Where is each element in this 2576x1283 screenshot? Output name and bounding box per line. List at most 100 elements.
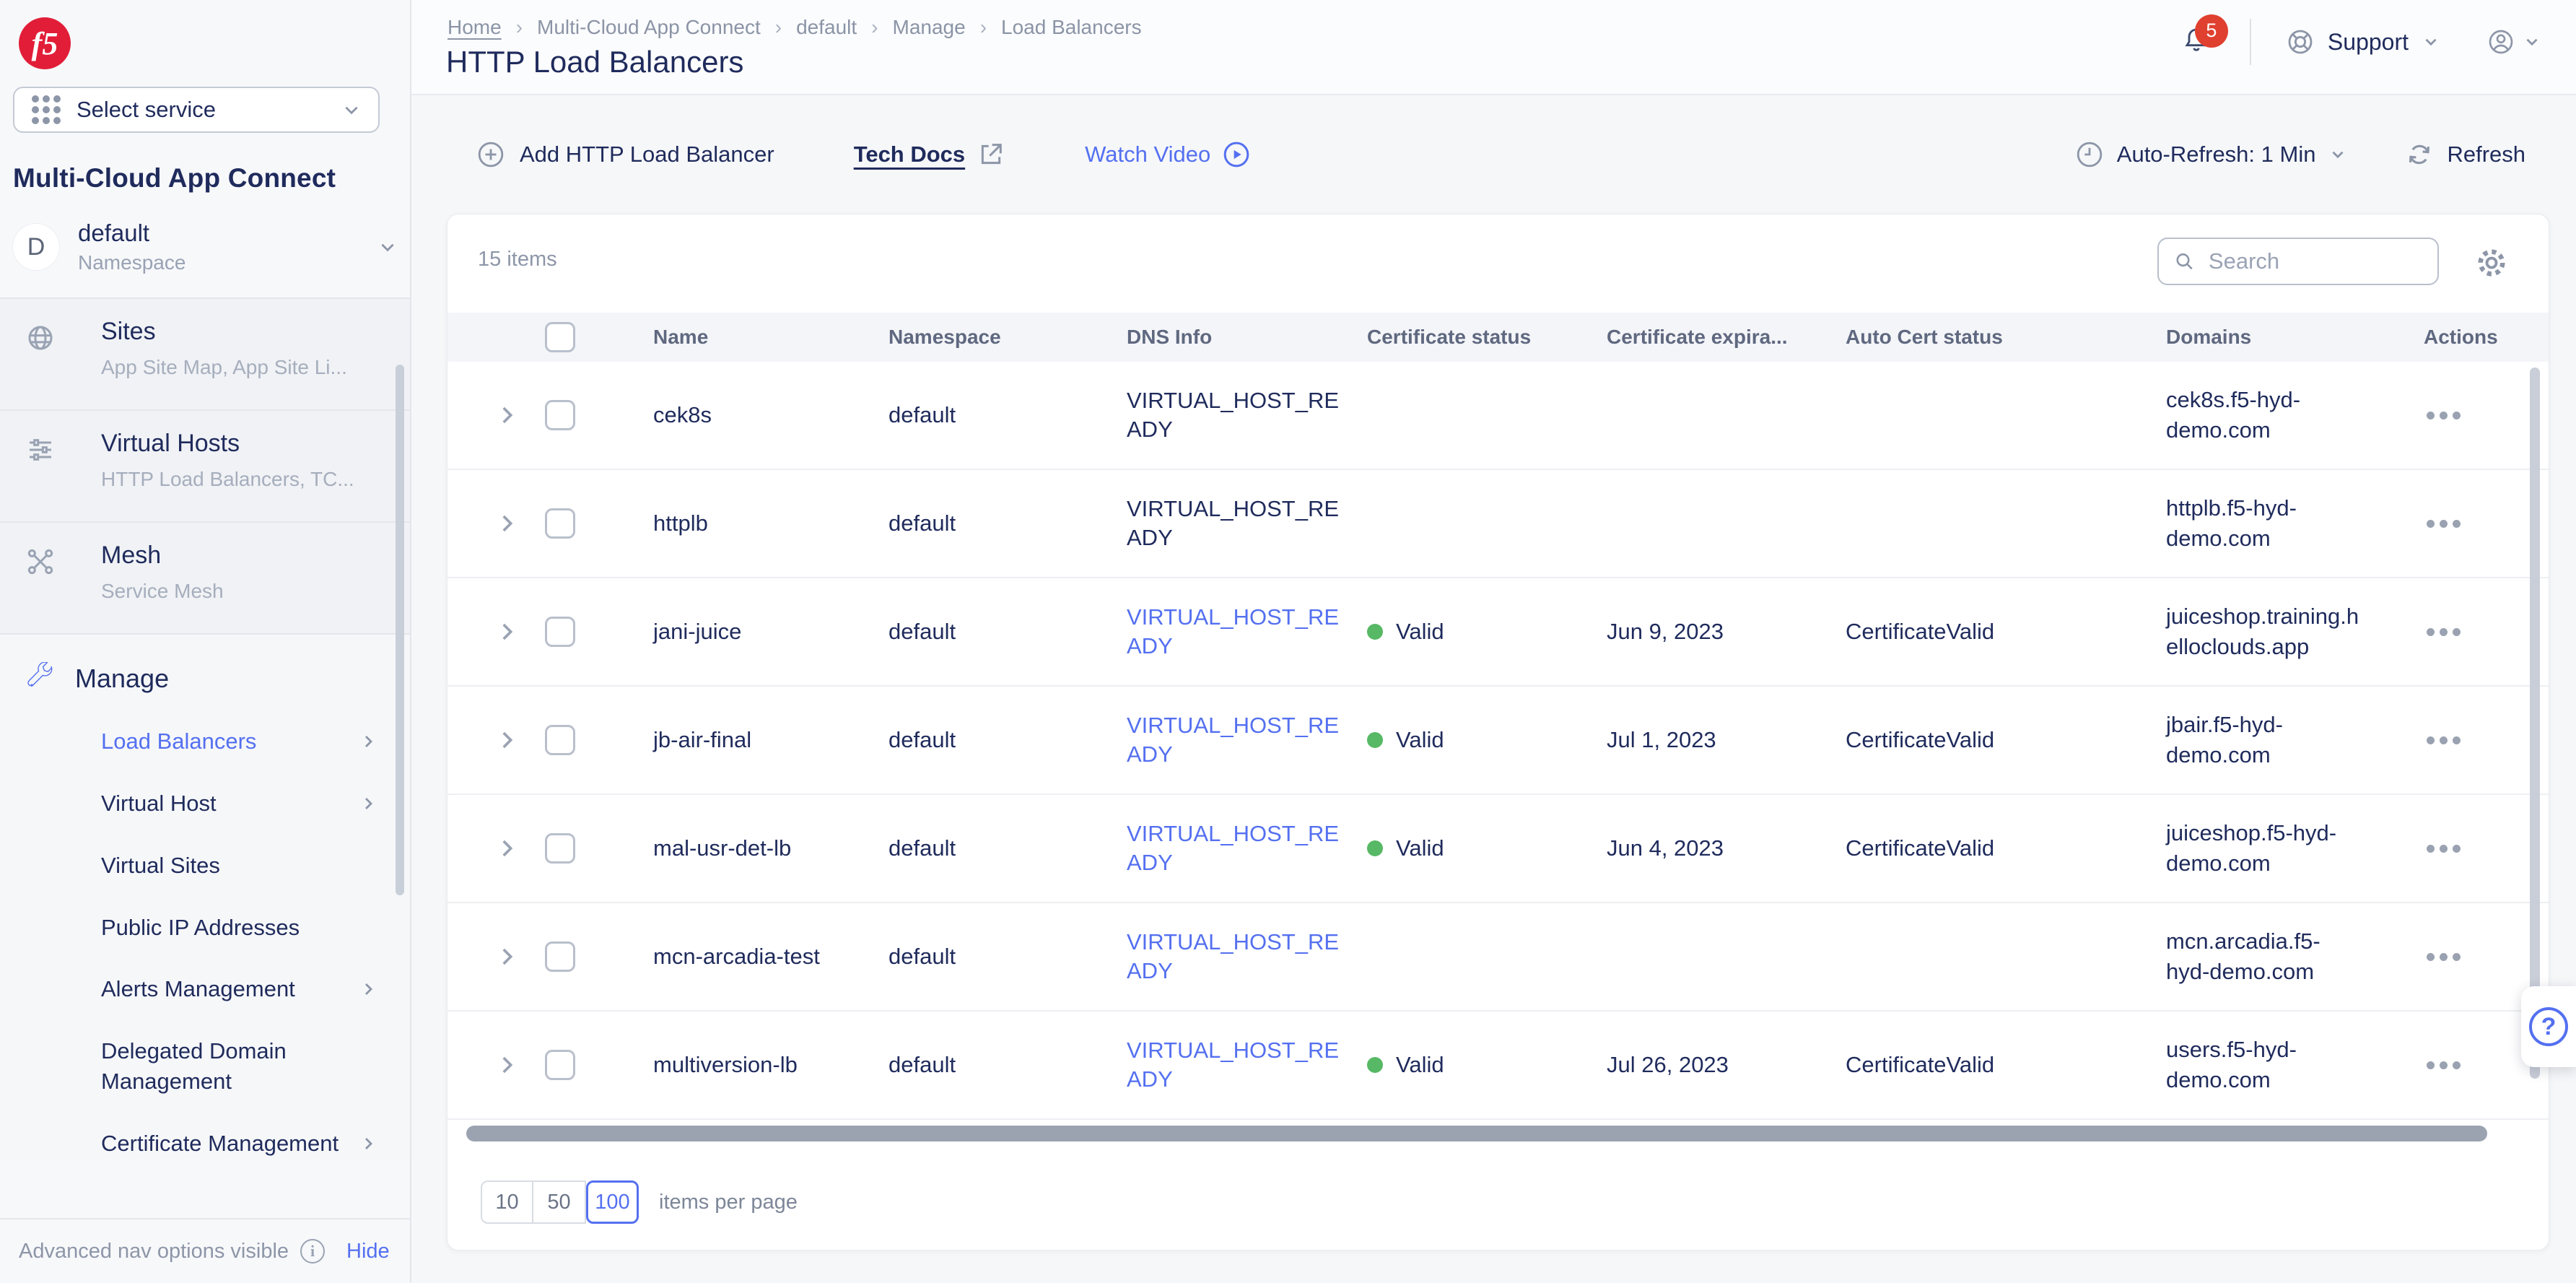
- lb-namespace: default: [888, 402, 956, 427]
- f5-logo: f5: [19, 17, 71, 69]
- dns-info-link[interactable]: VIRTUAL_HOST_READY: [1127, 711, 1343, 770]
- help-button[interactable]: [2521, 986, 2576, 1067]
- actions-menu-button[interactable]: [2424, 729, 2520, 752]
- sidebar-item-certificate-management[interactable]: Certificate Management: [26, 1128, 410, 1159]
- breadcrumb-item[interactable]: Multi-Cloud App Connect: [537, 16, 761, 39]
- table-row: multiversion-lb default VIRTUAL_HOST_REA…: [447, 1012, 2549, 1120]
- sidebar-item-virtual-hosts[interactable]: Virtual Hosts HTTP Load Balancers, TC...: [0, 411, 410, 523]
- row-checkbox[interactable]: [545, 941, 575, 972]
- column-header-namespace[interactable]: Namespace: [888, 326, 1127, 349]
- breadcrumb-item[interactable]: Manage: [893, 16, 966, 39]
- row-expander-icon[interactable]: [494, 1053, 519, 1077]
- row-expander-icon[interactable]: [494, 511, 519, 536]
- status-dot: [1367, 1057, 1383, 1073]
- dns-info-link[interactable]: VIRTUAL_HOST_READY: [1127, 928, 1343, 986]
- dns-info-link[interactable]: VIRTUAL_HOST_READY: [1127, 603, 1343, 661]
- chevron-down-icon: [2526, 38, 2538, 46]
- column-header-auto-cert-status[interactable]: Auto Cert status: [1846, 326, 2166, 349]
- column-header-certificate-status[interactable]: Certificate status: [1367, 326, 1607, 349]
- select-all-checkbox[interactable]: [545, 322, 575, 352]
- refresh-button[interactable]: Refresh: [2405, 140, 2525, 169]
- lb-namespace: default: [888, 727, 956, 752]
- auto-cert-status: CertificateValid: [1846, 1052, 1995, 1077]
- table-vertical-scrollbar[interactable]: [2530, 367, 2540, 1079]
- table-horizontal-scrollbar[interactable]: [466, 1126, 2487, 1141]
- page-size-50-button[interactable]: 50: [533, 1180, 586, 1224]
- column-header-certificate-expiration[interactable]: Certificate expira...: [1607, 326, 1846, 349]
- mesh-icon: [26, 547, 55, 580]
- row-checkbox[interactable]: [545, 725, 575, 755]
- column-header-domains[interactable]: Domains: [2166, 326, 2424, 349]
- plus-circle-icon: [478, 142, 504, 168]
- sidebar-item-alerts-management[interactable]: Alerts Management: [26, 974, 410, 1004]
- search-input[interactable]: [2208, 248, 2423, 274]
- sidebar-item-sites[interactable]: Sites App Site Map, App Site Li...: [0, 299, 410, 411]
- namespace-selector[interactable]: D default Namespace: [13, 219, 397, 297]
- sidebar-item-title: Virtual Hosts: [101, 430, 240, 457]
- actions-menu-button[interactable]: [2424, 1054, 2520, 1077]
- hide-link[interactable]: Hide: [346, 1240, 390, 1264]
- actions-menu-button[interactable]: [2424, 404, 2520, 427]
- actions-menu-button[interactable]: [2424, 838, 2520, 860]
- column-header-name[interactable]: Name: [653, 326, 888, 349]
- table-body: cek8s default VIRTUAL_HOST_READY cek8s.f…: [447, 362, 2549, 1120]
- sidebar-scrollbar[interactable]: [396, 365, 404, 895]
- items-per-page-label: items per page: [659, 1190, 798, 1214]
- lb-name: httplb: [653, 510, 708, 536]
- row-expander-icon[interactable]: [494, 403, 519, 427]
- row-checkbox[interactable]: [545, 1050, 575, 1080]
- domains: users.f5-hyd-demo.com: [2166, 1037, 2297, 1092]
- page-size-100-button[interactable]: 100: [586, 1180, 639, 1224]
- sidebar-item-mesh[interactable]: Mesh Service Mesh: [0, 523, 410, 635]
- actions-menu-button[interactable]: [2424, 621, 2520, 643]
- domains: jbair.f5-hyd-demo.com: [2166, 712, 2283, 767]
- status-dot: [1367, 732, 1383, 748]
- row-checkbox[interactable]: [545, 400, 575, 430]
- sidebar-item-virtual-host[interactable]: Virtual Host: [26, 788, 410, 819]
- sidebar-item-label: Certificate Management: [101, 1130, 339, 1156]
- sidebar-item-public-ip-addresses[interactable]: Public IP Addresses: [26, 913, 410, 943]
- notification-badge: 5: [2194, 14, 2228, 48]
- dns-info-link[interactable]: VIRTUAL_HOST_READY: [1127, 1036, 1343, 1095]
- sidebar-item-title: Mesh: [101, 542, 162, 569]
- row-checkbox[interactable]: [545, 617, 575, 647]
- select-service-dropdown[interactable]: Select service: [13, 87, 380, 133]
- actions-menu-button[interactable]: [2424, 946, 2520, 968]
- sidebar-item-virtual-sites[interactable]: Virtual Sites: [26, 851, 410, 881]
- actions-menu-button[interactable]: [2424, 513, 2520, 535]
- page-header: Home › Multi-Cloud App Connect › default › …: [411, 0, 2576, 95]
- breadcrumb-item[interactable]: Load Balancers: [1001, 16, 1142, 39]
- breadcrumb-item[interactable]: default: [796, 16, 857, 39]
- app-root: f5 Select service Multi-Cloud App Connec…: [0, 0, 2576, 1283]
- page-size-group: 10 50 100: [481, 1180, 639, 1224]
- breadcrumb-home[interactable]: Home: [447, 16, 502, 39]
- tech-docs-link[interactable]: Tech Docs: [854, 140, 1005, 169]
- table-row: httplb default VIRTUAL_HOST_READY httplb…: [447, 470, 2549, 578]
- sidebar-item-delegated-domain-management[interactable]: Delegated Domain Management: [26, 1036, 410, 1097]
- row-expander-icon[interactable]: [494, 836, 519, 861]
- row-expander-icon[interactable]: [494, 728, 519, 752]
- row-checkbox[interactable]: [545, 508, 575, 539]
- auto-refresh-dropdown[interactable]: Auto-Refresh: 1 Min: [2075, 140, 2348, 169]
- row-expander-icon[interactable]: [494, 944, 519, 969]
- support-menu[interactable]: Support: [2286, 27, 2440, 56]
- external-link-icon: [982, 144, 1003, 165]
- sidebar-item-label: Load Balancers: [101, 729, 257, 754]
- clock-icon: [2077, 142, 2103, 168]
- add-http-load-balancer-button[interactable]: Add HTTP Load Balancer: [476, 140, 774, 169]
- page-size-10-button[interactable]: 10: [481, 1180, 533, 1224]
- play-circle-icon: [1223, 142, 1249, 168]
- chevron-right-icon: [365, 735, 372, 747]
- row-expander-icon[interactable]: [494, 619, 519, 644]
- domains: juiceshop.training.helloclouds.app: [2166, 604, 2359, 659]
- table-settings-button[interactable]: [2475, 246, 2508, 283]
- support-icon: [2288, 30, 2313, 54]
- column-header-dns-info[interactable]: DNS Info: [1127, 326, 1367, 349]
- sidebar-item-load-balancers[interactable]: Load Balancers: [26, 726, 410, 757]
- breadcrumb: Home › Multi-Cloud App Connect › default › …: [447, 16, 1142, 39]
- notifications-button[interactable]: 5: [2182, 14, 2228, 58]
- dns-info-link[interactable]: VIRTUAL_HOST_READY: [1127, 819, 1343, 878]
- account-menu[interactable]: [2487, 27, 2541, 56]
- row-checkbox[interactable]: [545, 833, 575, 864]
- watch-video-link[interactable]: Watch Video: [1085, 140, 1251, 169]
